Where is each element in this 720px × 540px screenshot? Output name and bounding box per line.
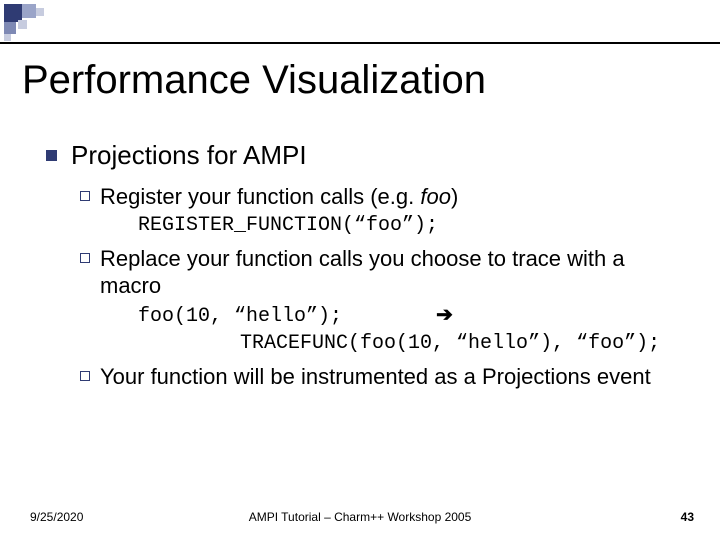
title-rule	[0, 42, 720, 44]
text-fragment: Register your function calls (e.g.	[100, 184, 420, 209]
level2-text: Register your function calls (e.g. foo)	[100, 183, 690, 211]
open-square-bullet-icon	[80, 371, 90, 381]
arrow-icon: ➔	[436, 304, 453, 326]
level2-text: Your function will be instrumented as a …	[100, 363, 690, 391]
code-fragment: TRACEFUNC(foo(10, “hello”), “foo”);	[240, 332, 660, 355]
code-register: REGISTER_FUNCTION(“foo”);	[138, 213, 690, 239]
bullet-level2-register: Register your function calls (e.g. foo)	[80, 183, 690, 211]
bullet-level2-instrumented: Your function will be instrumented as a …	[80, 363, 690, 391]
level2-text: Replace your function calls you choose t…	[100, 245, 690, 300]
footer-center: AMPI Tutorial – Charm++ Workshop 2005	[0, 510, 720, 524]
footer-page-number: 43	[681, 510, 694, 524]
open-square-bullet-icon	[80, 191, 90, 201]
code-fragment: foo(10, “hello”);	[138, 305, 342, 328]
bullet-level1: Projections for AMPI	[46, 140, 690, 171]
slide-title: Performance Visualization	[22, 58, 486, 103]
slide-body: Projections for AMPI Register your funct…	[46, 140, 690, 390]
code-tracefunc: foo(10, “hello”); ➔ TRACEFUNC(foo(10, “h…	[138, 302, 690, 357]
text-fragment: )	[451, 184, 458, 209]
text-italic: foo	[420, 184, 451, 209]
open-square-bullet-icon	[80, 253, 90, 263]
bullet-level2-replace: Replace your function calls you choose t…	[80, 245, 690, 300]
slide: Performance Visualization Projections fo…	[0, 0, 720, 540]
square-bullet-icon	[46, 150, 57, 161]
level1-text: Projections for AMPI	[71, 140, 307, 171]
